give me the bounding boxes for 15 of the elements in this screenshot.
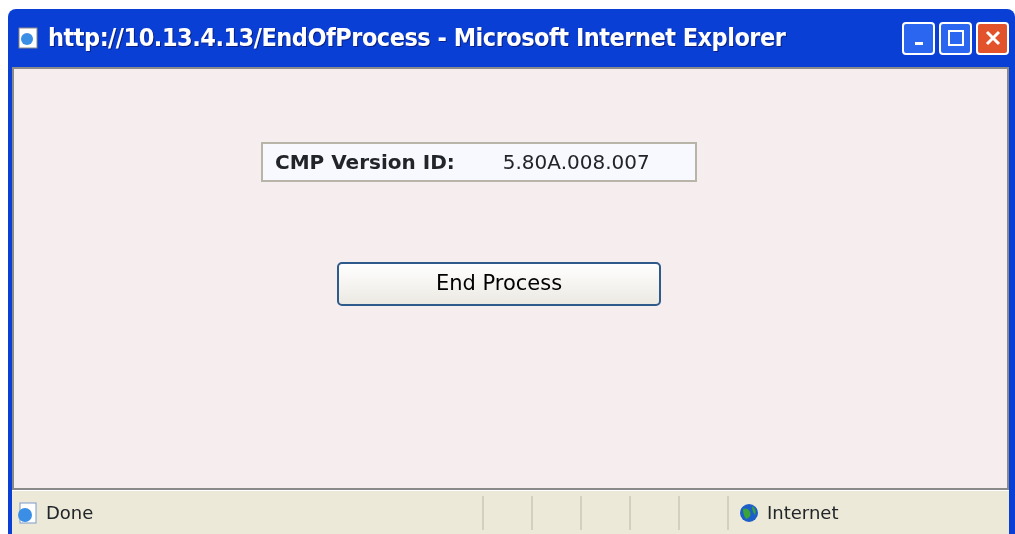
browser-page-icon	[16, 501, 38, 524]
close-button[interactable]	[976, 21, 1009, 55]
globe-icon	[739, 502, 759, 523]
status-text: Done	[46, 501, 95, 525]
end-process-button[interactable]: End Process	[337, 262, 661, 306]
zone-text: Internet	[767, 501, 839, 525]
version-value: 5.80A.008.007	[502, 149, 650, 176]
page-icon	[16, 26, 40, 50]
minimize-button[interactable]	[902, 21, 935, 55]
close-icon	[983, 29, 1002, 47]
version-label: CMP Version ID:	[275, 149, 455, 176]
window-title: http://10.13.4.13/EndOfProcess - Microsoft Internet Explorer	[48, 22, 787, 55]
maximize-icon	[946, 29, 965, 47]
maximize-button[interactable]	[939, 21, 972, 55]
minimize-icon	[914, 41, 923, 45]
